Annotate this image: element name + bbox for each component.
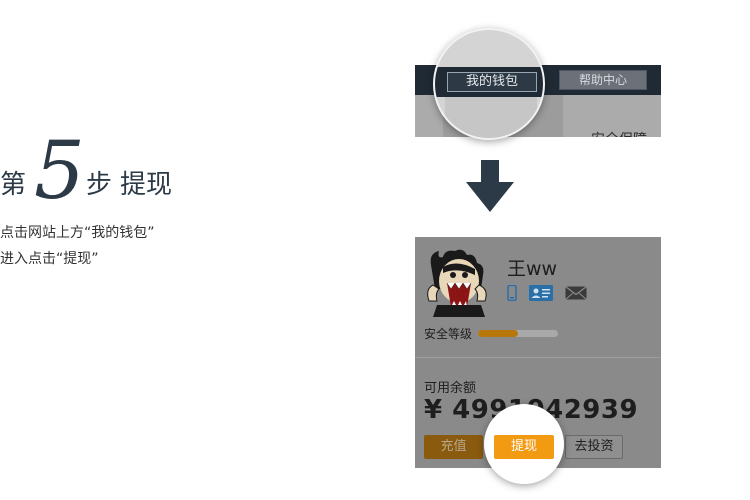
- id-card-icon[interactable]: [529, 285, 553, 301]
- my-wallet-tab[interactable]: 我的钱包: [447, 72, 537, 92]
- step-title: 第 5 步 提现: [0, 126, 300, 216]
- magnified-panel: [445, 97, 537, 138]
- security-level-fill: [478, 330, 518, 337]
- step-prefix: 第: [0, 170, 27, 200]
- step-suffix: 步: [86, 170, 113, 200]
- help-center-tab[interactable]: 帮助中心: [559, 70, 647, 90]
- step-name: 提现: [120, 170, 173, 200]
- mail-icon[interactable]: [565, 285, 587, 301]
- step-desc-line: 点击网站上方“我的钱包”: [0, 225, 155, 241]
- withdraw-button[interactable]: 提现: [494, 435, 554, 459]
- invest-button[interactable]: 去投资: [565, 435, 623, 459]
- username: 王ww: [507, 258, 558, 280]
- step-desc-line: 进入点击“提现”: [0, 251, 99, 267]
- charge-button[interactable]: 充值: [424, 435, 483, 459]
- step-number: 5: [34, 124, 85, 217]
- down-arrow-icon: [466, 160, 514, 212]
- magnifier-wallet: 我的钱包: [433, 28, 545, 140]
- nav-cut-text: 安全保障: [591, 129, 647, 137]
- security-level-bar: [478, 330, 558, 337]
- avatar: [427, 249, 487, 317]
- step-description: 点击网站上方“我的钱包” 进入点击“提现”: [0, 220, 155, 272]
- step-block: 第 5 步 提现 点击网站上方“我的钱包” 进入点击“提现”: [0, 126, 300, 268]
- security-level-label: 安全等级: [424, 327, 473, 341]
- balance-label: 可用余额: [424, 381, 477, 396]
- divider: [415, 357, 661, 358]
- phone-icon[interactable]: [507, 285, 517, 301]
